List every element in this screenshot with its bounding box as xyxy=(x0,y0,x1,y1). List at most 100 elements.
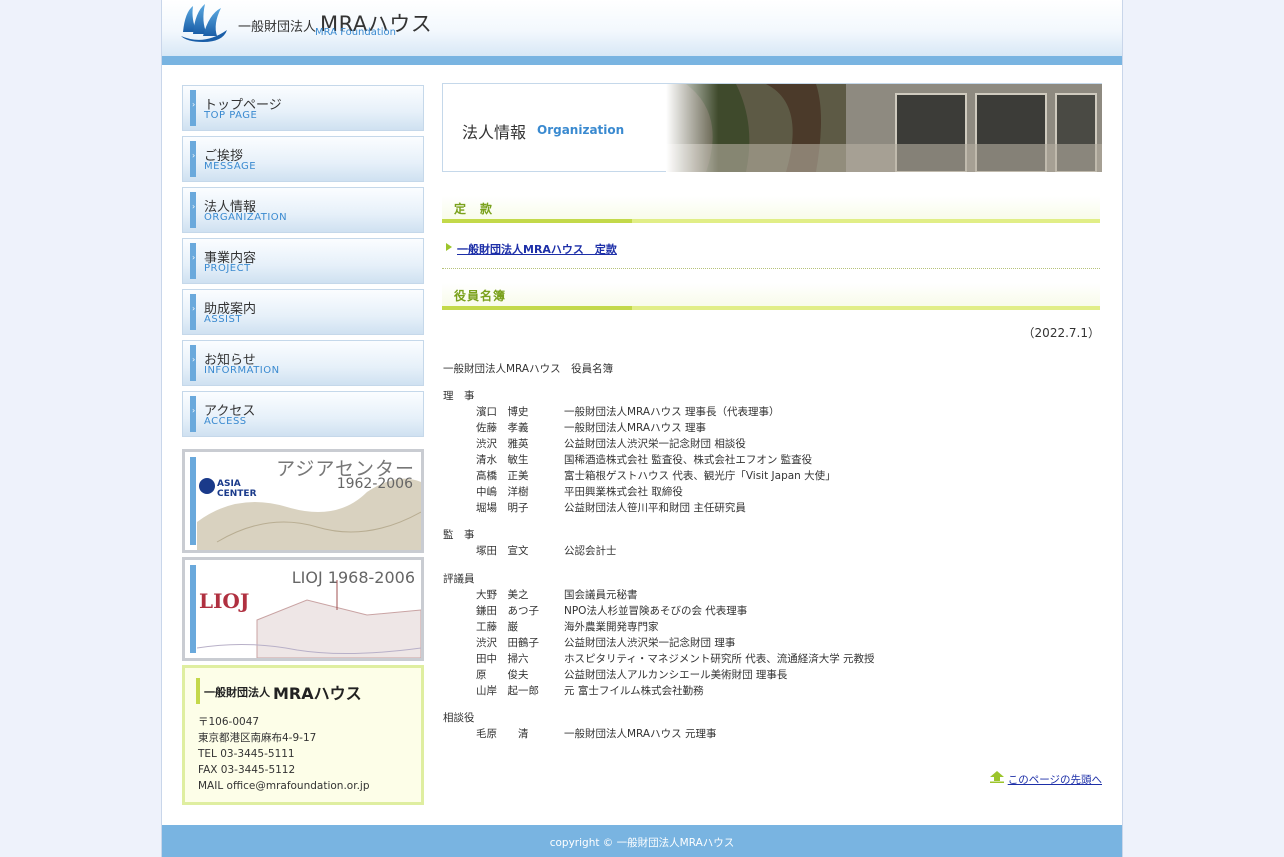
nav-label-en: ORGANIZATION xyxy=(204,212,288,223)
section-heading-teikan: 定 款 xyxy=(442,196,1100,223)
header-bar xyxy=(162,56,1122,65)
nav-item-access[interactable]: › アクセス ACCESS xyxy=(182,391,424,437)
roster-title: 一般財団法人MRAハウス 役員名簿 xyxy=(443,363,614,375)
member-position: 国会議員元秘書 xyxy=(564,589,638,601)
building-photo xyxy=(666,84,1102,172)
nav-item-message[interactable]: › ご挨拶 MESSAGE xyxy=(182,136,424,182)
member-position: NPO法人杉並冒険あそびの会 代表理事 xyxy=(564,605,748,617)
member-name: 塚田 宣文 xyxy=(476,545,529,557)
member-name: 濱口 博史 xyxy=(476,406,529,418)
member-position: 公益財団法人笹川平和財団 主任研究員 xyxy=(564,502,746,514)
nav-item-top-page[interactable]: › トップページ TOP PAGE xyxy=(182,85,424,131)
roster-date: （2022.7.1） xyxy=(1022,326,1100,340)
brand-prefix: 一般財団法人 xyxy=(238,20,317,35)
member-position: 一般財団法人MRAハウス 理事長（代表理事） xyxy=(564,406,780,418)
member-position: ホスピタリティ・マネジメント研究所 代表、流通経済大学 元教授 xyxy=(564,653,875,665)
roster-group-label: 監 事 xyxy=(443,529,475,541)
dotted-divider xyxy=(442,268,1100,269)
contact-fax: FAX 03-3445-5112 xyxy=(198,764,296,776)
roster-group-label: 理 事 xyxy=(443,390,475,402)
member-name: 田中 掃六 xyxy=(476,653,529,665)
chevron-right-icon: › xyxy=(192,355,196,364)
member-name: 中嶋 洋樹 xyxy=(476,486,529,498)
banner-title: LIOJ xyxy=(291,568,323,587)
member-name: 堀場 明子 xyxy=(476,502,529,514)
banner-years: 1962-2006 xyxy=(336,476,413,492)
teikan-link[interactable]: 一般財団法人MRAハウス 定款 xyxy=(457,241,617,257)
logo-icon[interactable] xyxy=(179,2,229,42)
nav-label-en: PROJECT xyxy=(204,263,251,274)
contact-address: 東京都港区南麻布4-9-17 xyxy=(198,732,317,744)
section-title: 役員名簿 xyxy=(454,289,507,303)
chevron-right-icon: › xyxy=(192,202,196,211)
member-position: 公益財団法人アルカンシエール美術財団 理事長 xyxy=(564,669,788,681)
section-heading-yakuin: 役員名簿 xyxy=(442,283,1100,310)
banner-years: LIOJ 1968-2006 xyxy=(292,568,415,587)
page-title: 法人情報 xyxy=(462,123,527,142)
nav-item-information[interactable]: › お知らせ INFORMATION xyxy=(182,340,424,386)
banner-years-value: 1968-2006 xyxy=(327,568,415,587)
chevron-right-icon: › xyxy=(192,253,196,262)
nav-label-en: ACCESS xyxy=(204,416,247,427)
member-position: 一般財団法人MRAハウス 理事 xyxy=(564,422,706,434)
arrow-up-icon[interactable] xyxy=(989,771,1004,783)
member-position: 公益財団法人渋沢栄一記念財団 相談役 xyxy=(564,438,746,450)
member-position: 海外農業開発専門家 xyxy=(564,621,659,633)
brand-en: MRA Foundation xyxy=(315,27,397,38)
banner-logo-text: ASIA xyxy=(217,479,241,489)
contact-name: MRAハウス xyxy=(273,684,362,703)
member-name: 渋沢 雅英 xyxy=(476,438,529,450)
chevron-right-icon: › xyxy=(192,100,196,109)
contact-postal: 〒106-0047 xyxy=(198,716,260,728)
banner-logo-text: LIOJ xyxy=(199,589,249,613)
chevron-right-icon: › xyxy=(192,151,196,160)
contact-box: 一般財団法人 MRAハウス 〒106-0047 東京都港区南麻布4-9-17 T… xyxy=(182,665,424,805)
chevron-right-icon: › xyxy=(192,304,196,313)
member-name: 鎌田 あつ子 xyxy=(476,605,539,617)
site-footer: copyright © 一般財団法人MRAハウス xyxy=(162,825,1122,857)
member-position: 公益財団法人渋沢栄一記念財団 理事 xyxy=(564,637,736,649)
member-position: 一般財団法人MRAハウス 元理事 xyxy=(564,728,717,740)
page: 一般財団法人 MRAハウス MRA Foundation › トップページ TO… xyxy=(161,0,1123,857)
arrow-right-icon xyxy=(446,243,452,251)
section-underline-accent xyxy=(442,219,632,223)
contact-mail[interactable]: MAIL office@mrafoundation.or.jp xyxy=(198,778,370,794)
contact-lines: 〒106-0047 東京都港区南麻布4-9-17 TEL 03-3445-511… xyxy=(198,714,370,794)
nav-item-project[interactable]: › 事業内容 PROJECT xyxy=(182,238,424,284)
member-name: 毛原 清 xyxy=(476,728,529,740)
site-header: 一般財団法人 MRAハウス MRA Foundation xyxy=(162,0,1122,56)
member-name: 清水 敏生 xyxy=(476,454,529,466)
member-position: 公認会計士 xyxy=(564,545,617,557)
member-position: 平田興業株式会社 取締役 xyxy=(564,486,683,498)
member-position: 富士箱根ゲストハウス 代表、観光庁「Visit Japan 大使」 xyxy=(564,470,836,482)
section-title: 定 款 xyxy=(454,202,494,216)
nav-item-organization[interactable]: › 法人情報 ORGANIZATION xyxy=(182,187,424,233)
nav-label-en: TOP PAGE xyxy=(204,110,258,121)
banner-accent xyxy=(190,457,196,545)
banner-logo-text: CENTER xyxy=(217,489,257,499)
nav-item-assist[interactable]: › 助成案内 ASSIST xyxy=(182,289,424,335)
to-top-link[interactable]: このページの先頭へ xyxy=(1008,774,1102,786)
member-name: 山岸 起一郎 xyxy=(476,685,539,697)
member-name: 渋沢 田鶴子 xyxy=(476,637,539,649)
section-underline-accent xyxy=(442,306,632,310)
asia-center-banner[interactable]: ASIA CENTER アジアセンター 1962-2006 xyxy=(182,449,424,553)
member-name: 大野 美之 xyxy=(476,589,529,601)
nav-label-en: INFORMATION xyxy=(204,365,280,376)
member-name: 原 俊夫 xyxy=(476,669,529,681)
page-head: 法人情報 Organization xyxy=(442,83,1102,172)
to-top-row: このページの先頭へ xyxy=(989,771,1102,787)
member-name: 工藤 巌 xyxy=(476,621,518,633)
nav-label-en: MESSAGE xyxy=(204,161,257,172)
contact-accent xyxy=(196,678,200,704)
member-position: 国稀酒造株式会社 監査役、株式会社エフオン 監査役 xyxy=(564,454,813,466)
lioj-banner[interactable]: LIOJ LIOJ 1968-2006 xyxy=(182,557,424,661)
contact-tel: TEL 03-3445-5111 xyxy=(198,748,295,760)
roster-group-label: 相談役 xyxy=(443,712,475,724)
banner-accent xyxy=(190,565,196,653)
member-name: 高橋 正美 xyxy=(476,470,529,482)
contact-org: 一般財団法人 xyxy=(204,686,270,699)
member-name: 佐藤 孝義 xyxy=(476,422,529,434)
member-position: 元 富士フイルム株式会社勤務 xyxy=(564,685,704,697)
nav-label-en: ASSIST xyxy=(204,314,242,325)
